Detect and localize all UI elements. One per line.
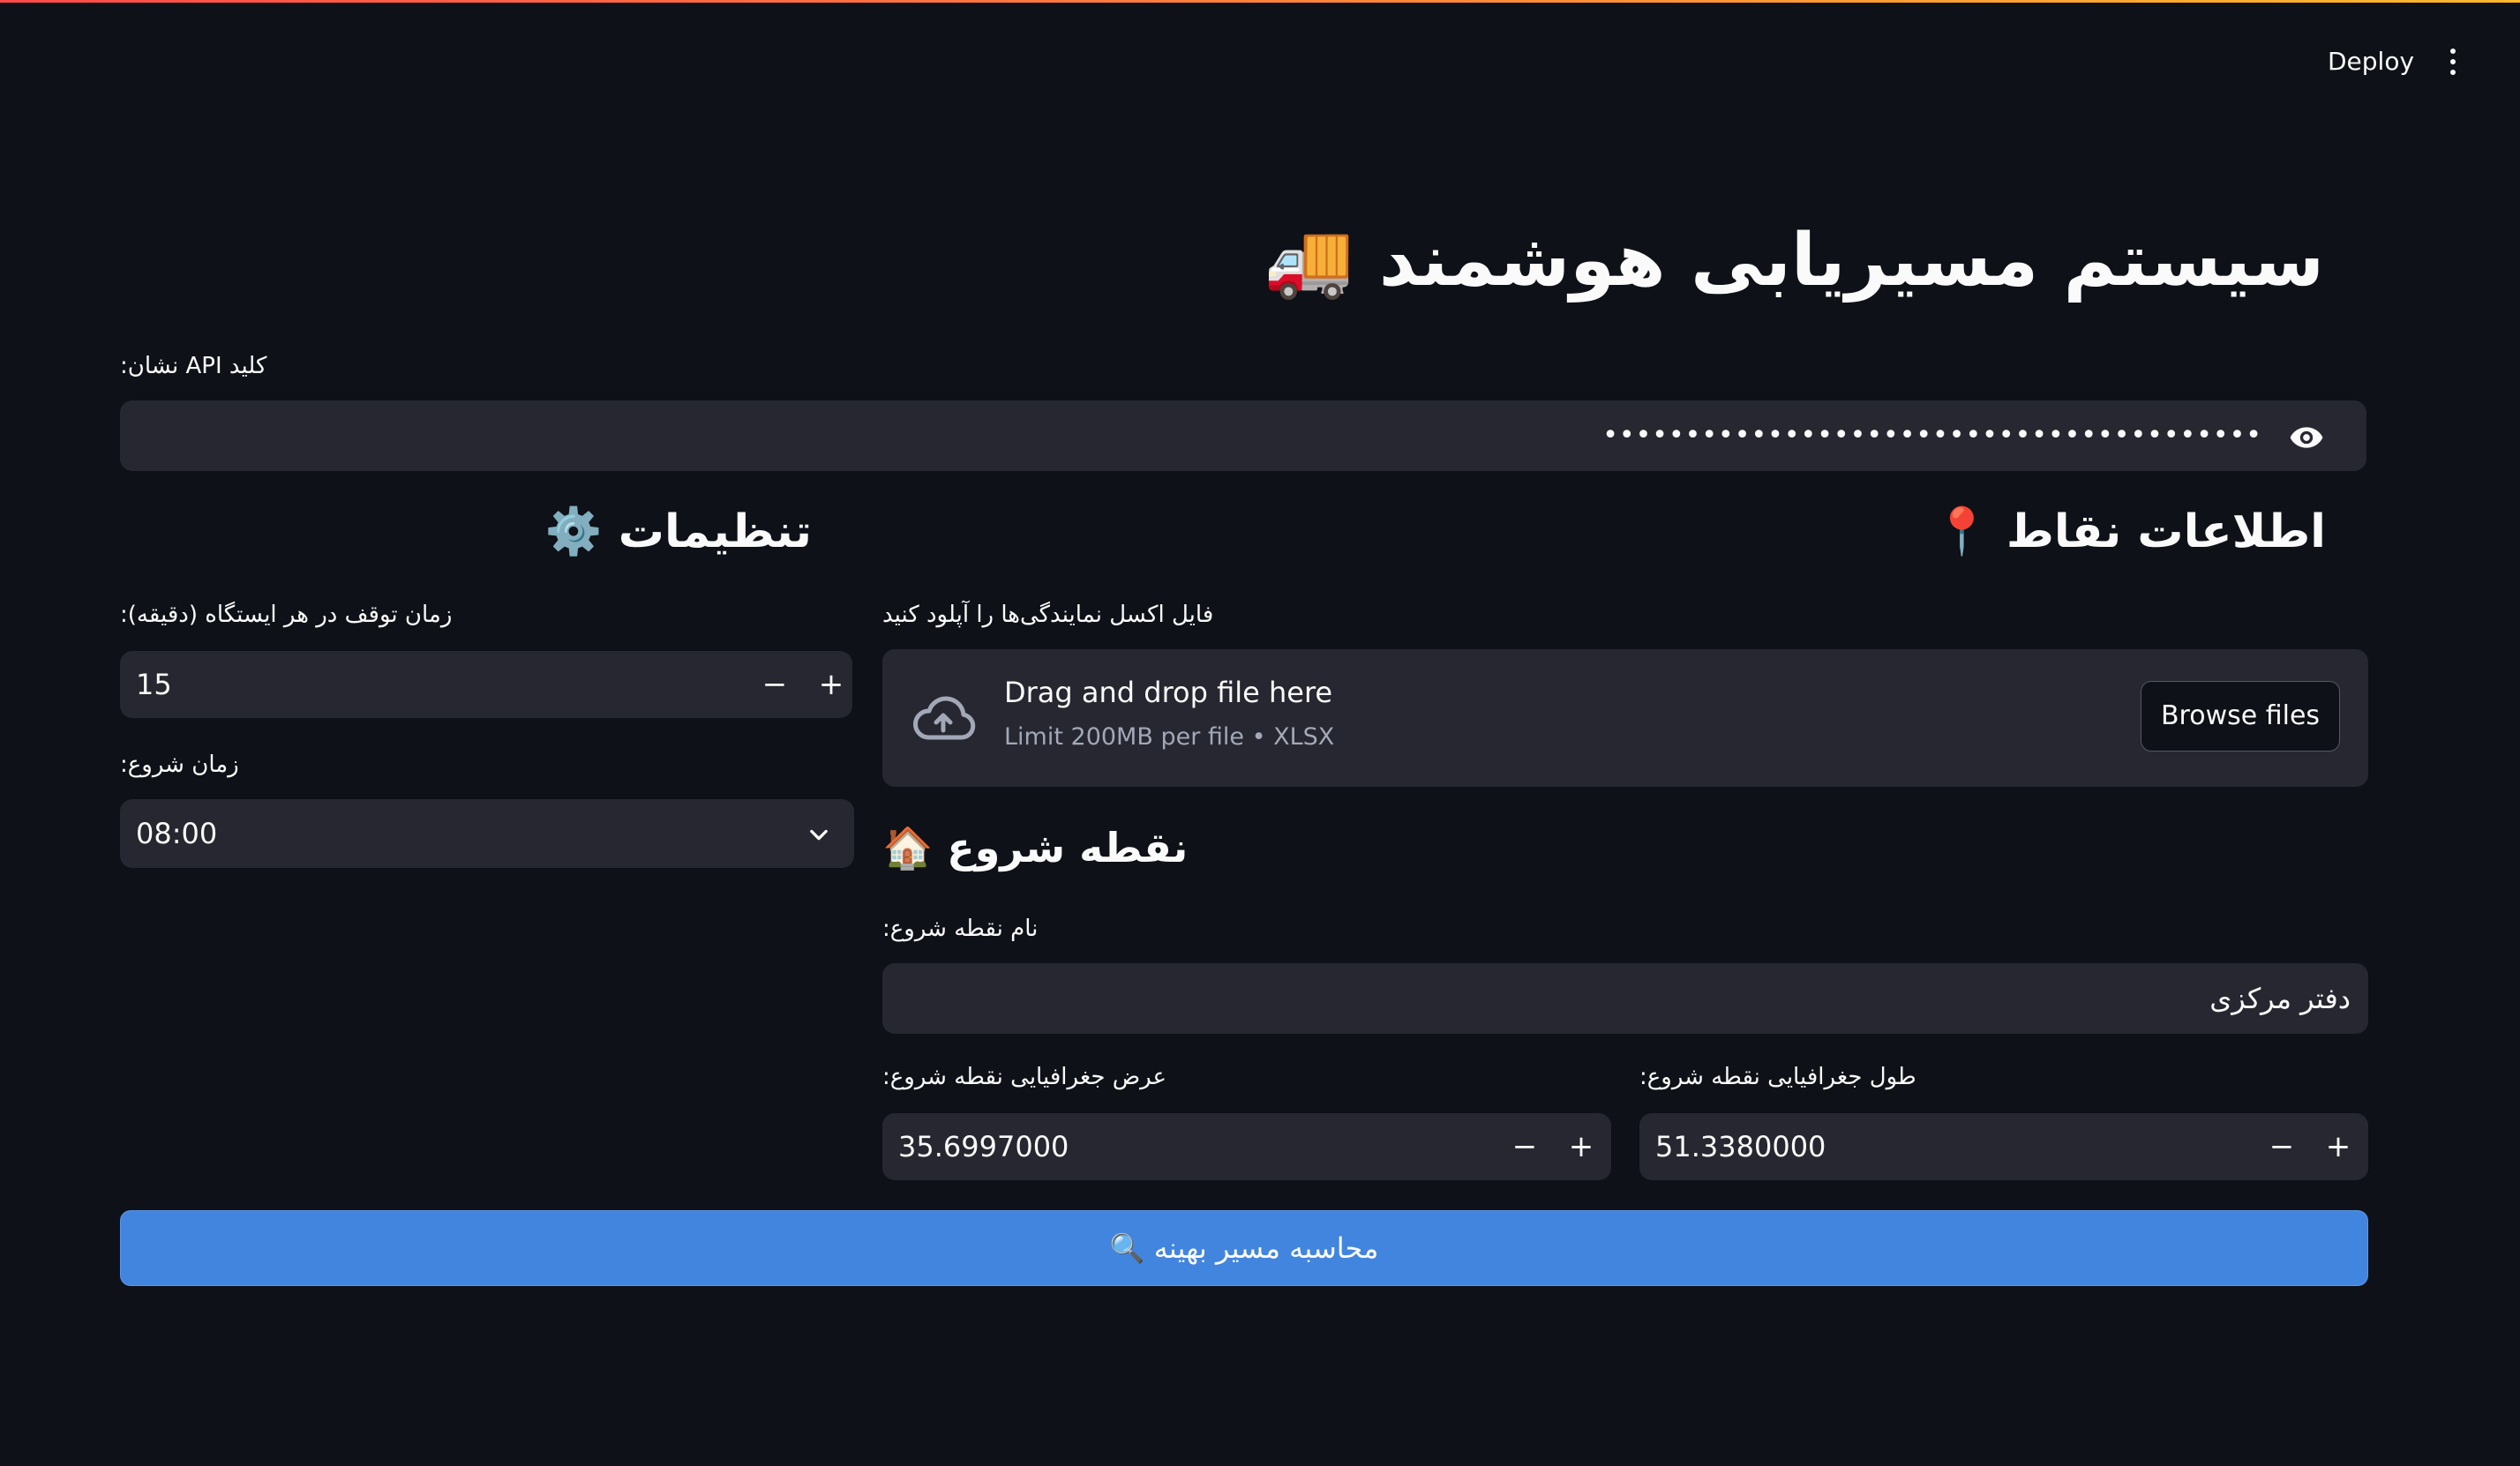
- latitude-plus-button[interactable]: +: [1555, 1113, 1608, 1180]
- deploy-button[interactable]: Deploy: [2312, 39, 2430, 85]
- longitude-minus-button[interactable]: −: [2255, 1113, 2308, 1180]
- browse-files-button[interactable]: Browse files: [2141, 681, 2340, 752]
- start-name-label: نام نقطه شروع:: [882, 916, 1039, 942]
- stop-time-stepper[interactable]: 15 − +: [120, 651, 852, 718]
- stop-time-minus-button[interactable]: −: [748, 651, 801, 718]
- file-dropzone[interactable]: Drag and drop file here Limit 200MB per …: [882, 649, 2368, 787]
- stop-time-plus-button[interactable]: +: [805, 651, 858, 718]
- top-decoration-bar: [0, 0, 2520, 3]
- stop-time-label: زمان توقف در هر ایستگاه (دقیقه):: [120, 602, 453, 628]
- latitude-label: عرض جغرافیایی نقطه شروع:: [882, 1064, 1166, 1090]
- longitude-plus-button[interactable]: +: [2312, 1113, 2365, 1180]
- start-time-select[interactable]: 08:00: [120, 799, 854, 868]
- start-time-value: 08:00: [136, 817, 218, 850]
- chevron-down-icon: [810, 829, 828, 841]
- points-heading: اطلاعات نقاط 📍: [1932, 505, 2326, 558]
- dropzone-text: Drag and drop file here: [1004, 676, 1333, 709]
- start-time-label: زمان شروع:: [120, 752, 239, 778]
- start-name-input[interactable]: دفتر مرکزی: [882, 963, 2368, 1034]
- dropzone-limit: Limit 200MB per file • XLSX: [1004, 723, 1335, 751]
- start-point-heading: نقطه شروع 🏠: [882, 824, 1189, 871]
- upload-label: فایل اکسل نمایندگی‌ها را آپلود کنید: [882, 602, 1214, 628]
- latitude-value[interactable]: 35.6997000: [898, 1113, 1069, 1180]
- longitude-label: طول جغرافیایی نقطه شروع:: [1639, 1064, 1916, 1090]
- cloud-upload-icon: [913, 696, 976, 740]
- api-key-input[interactable]: ••••••••••••••••••••••••••••••••••••••••: [120, 400, 2366, 471]
- latitude-stepper[interactable]: 35.6997000 − +: [882, 1113, 1611, 1180]
- page-title: سیستم مسیریابی هوشمند 🚚: [1264, 219, 2324, 303]
- longitude-value[interactable]: 51.3380000: [1655, 1113, 1826, 1180]
- api-key-value: ••••••••••••••••••••••••••••••••••••••••: [1602, 420, 2262, 451]
- settings-heading: تنظیمات ⚙️: [544, 505, 812, 558]
- eye-icon[interactable]: [2289, 420, 2324, 455]
- stop-time-value[interactable]: 15: [136, 651, 172, 718]
- latitude-minus-button[interactable]: −: [1498, 1113, 1551, 1180]
- api-key-label: کلید API نشان:: [120, 353, 267, 379]
- calculate-route-button[interactable]: محاسبه مسیر بهینه 🔍: [120, 1210, 2368, 1286]
- longitude-stepper[interactable]: 51.3380000 − +: [1639, 1113, 2368, 1180]
- start-name-value: دفتر مرکزی: [2209, 982, 2351, 1015]
- kebab-menu-icon[interactable]: [2435, 41, 2471, 83]
